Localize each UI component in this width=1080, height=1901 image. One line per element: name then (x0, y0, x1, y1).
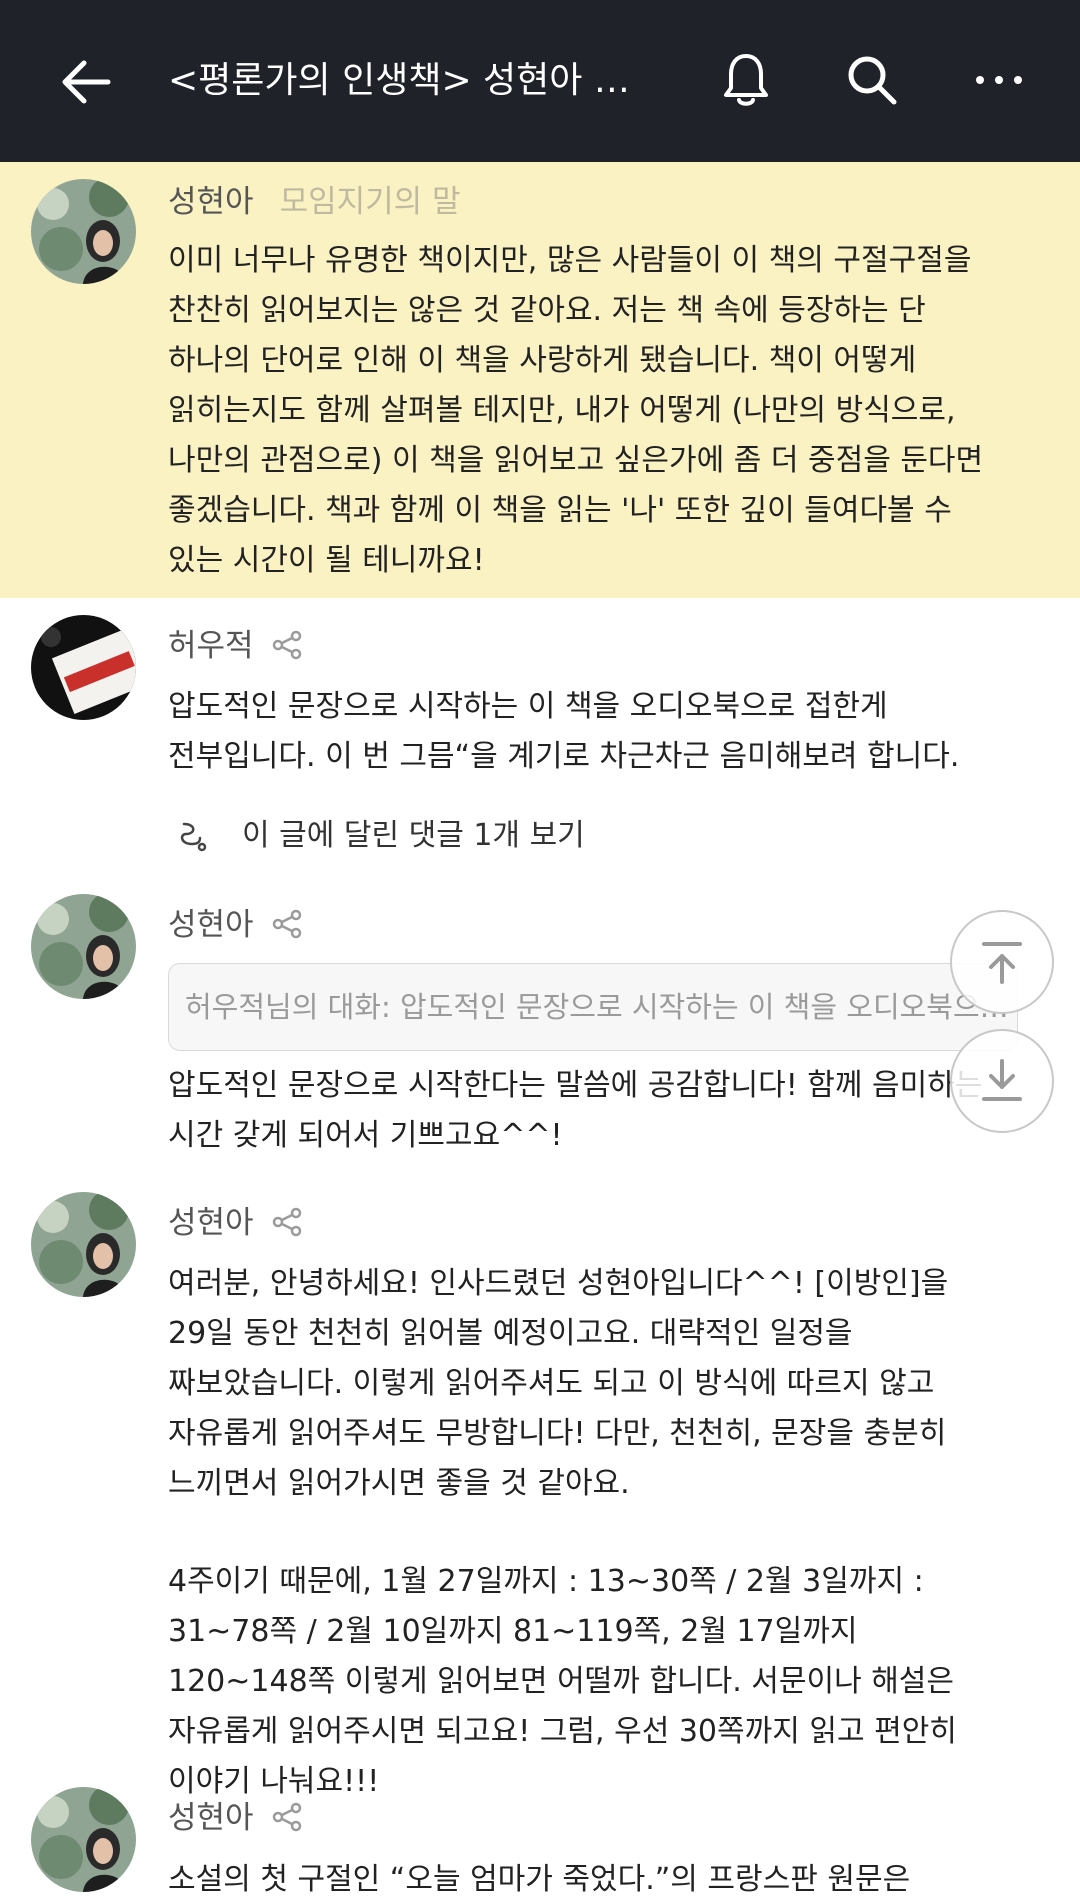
scroll-to-top-icon (982, 942, 1022, 984)
author-name[interactable]: 성현아 (168, 1203, 254, 1243)
more-horizontal-icon[interactable] (974, 62, 1024, 98)
post-text: 여러분, 안녕하세요! 인사드렸던 성현아입니다^^! [이방인]을 29일 동… (168, 1266, 949, 1501)
post-text: 압도적인 문장으로 시작하는 이 책을 오디오북으로 접한게 전부입니다. 이 … (168, 689, 960, 774)
scroll-to-top-button[interactable] (950, 910, 1054, 1014)
top-app-bar: <평론가의 인생책> 성현아 평… (0, 0, 1080, 162)
post-text: 이미 너무나 유명한 책이지만, 많은 사람들이 이 책의 구절구절을 찬찬히 … (168, 243, 984, 578)
leader-note-post: 성현아 모임지기의 말 이미 너무나 유명한 책이지만, 많은 사람들이 이 책의… (0, 162, 1080, 598)
view-replies-label[interactable]: 이 글에 달린 댓글 1개 보기 (242, 816, 585, 856)
author-name[interactable]: 성현아 (168, 905, 254, 945)
scroll-to-bottom-button[interactable] (950, 1029, 1054, 1133)
search-icon[interactable] (846, 54, 898, 106)
leader-role-label: 모임지기의 말 (279, 184, 461, 220)
share-icon[interactable] (272, 909, 302, 939)
bell-icon[interactable] (722, 52, 770, 108)
author-name[interactable]: 허우적 (168, 626, 254, 666)
arrow-left-icon[interactable] (60, 56, 112, 108)
share-icon[interactable] (272, 630, 302, 660)
quoted-reply[interactable]: 허우적님의 대화: 압도적인 문장으로 시작하는 이 책을 오디오북으로 접한게… (168, 963, 1018, 1051)
author-name[interactable]: 성현아 (168, 184, 254, 220)
author-name[interactable]: 성현아 (168, 1798, 254, 1838)
share-icon[interactable] (272, 1802, 302, 1832)
avatar[interactable] (31, 615, 136, 720)
page-title: <평론가의 인생책> 성현아 평… (168, 60, 648, 101)
reply-thread-icon (180, 822, 207, 852)
avatar[interactable] (31, 179, 136, 284)
post-text-schedule: 4주이기 때문에, 1월 27일까지 : 13~30쪽 / 2월 3일까지 : … (168, 1564, 957, 1799)
avatar[interactable] (31, 1192, 136, 1297)
post-text: 소설의 첫 구절인 “오늘 엄마가 죽었다.”의 프랑스판 원문은 (168, 1862, 911, 1897)
post-text: 압도적인 문장으로 시작한다는 말씀에 공감합니다! 함께 음미하는 시간 갖게… (168, 1068, 983, 1153)
avatar[interactable] (31, 1787, 136, 1892)
scroll-to-bottom-icon (982, 1059, 1022, 1101)
share-icon[interactable] (272, 1207, 302, 1237)
avatar[interactable] (31, 894, 136, 999)
